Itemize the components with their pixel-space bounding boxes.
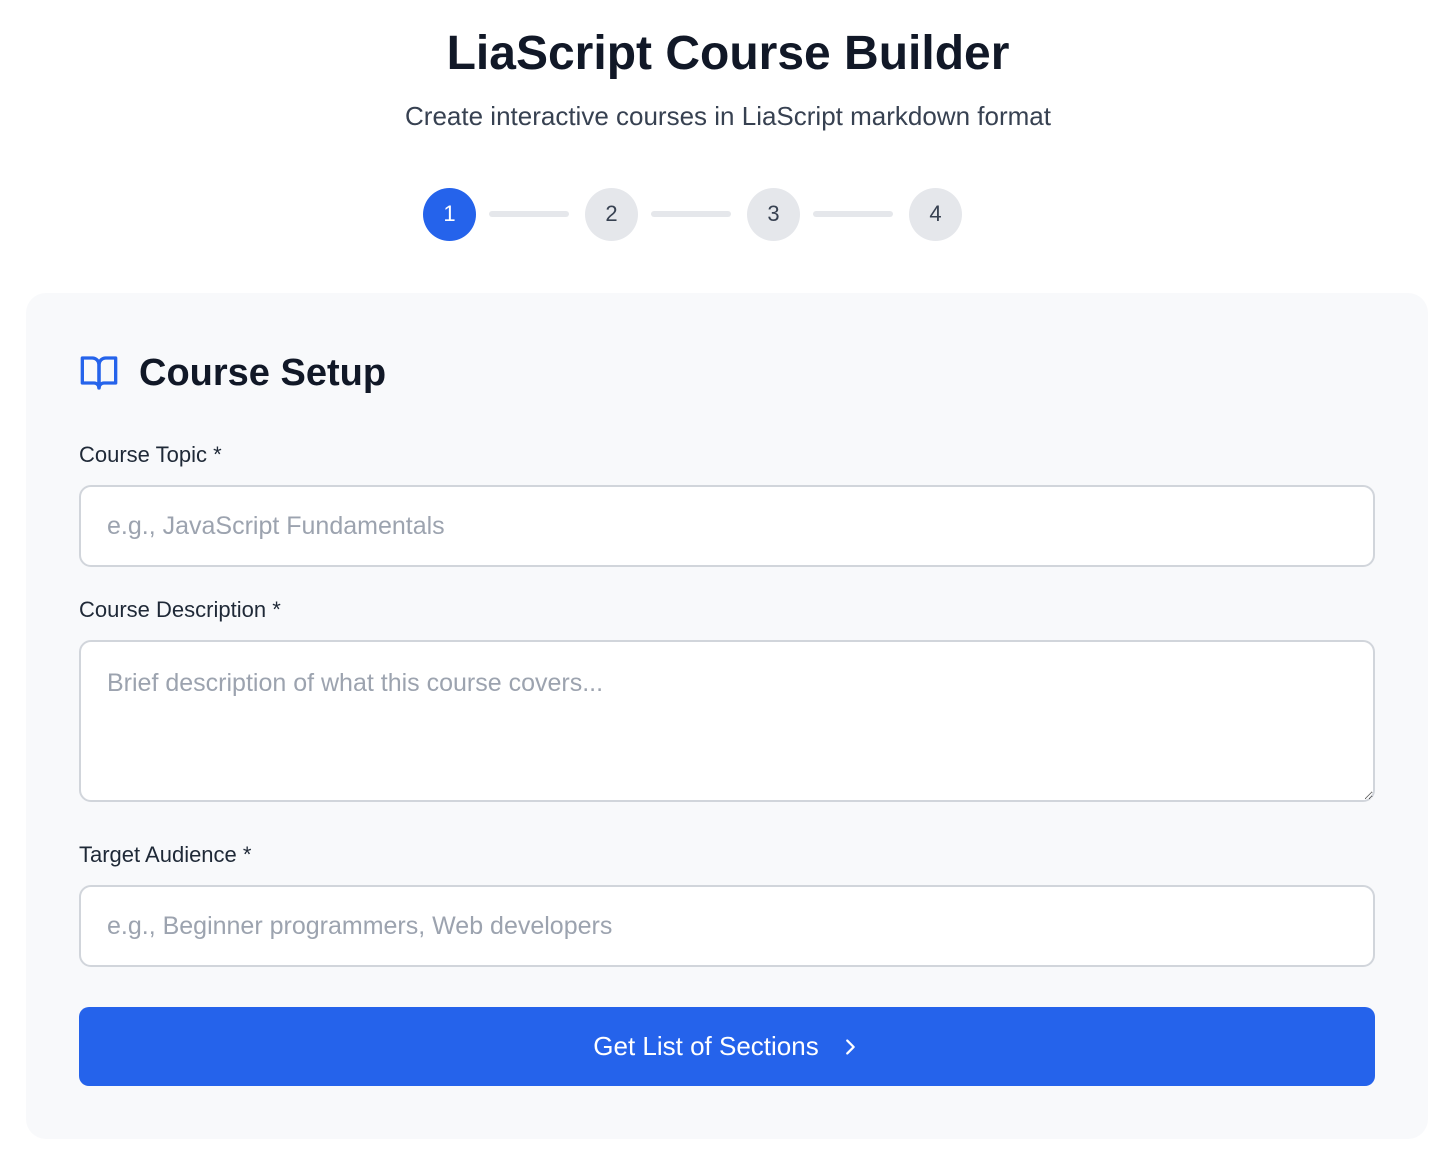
chevron-right-icon (845, 1038, 855, 1055)
course-setup-card: Course Setup Course Topic * Course Descr… (26, 293, 1428, 1139)
step-connector (651, 211, 731, 217)
step-connector (489, 211, 569, 217)
page-subtitle: Create interactive courses in LiaScript … (405, 101, 1051, 131)
card-header: Course Setup (79, 345, 386, 401)
step-4-indicator: 4 (909, 187, 962, 241)
get-list-of-sections-button[interactable]: Get List of Sections (79, 1007, 1375, 1086)
step-1-indicator: 1 (423, 187, 476, 241)
course-description-textarea[interactable] (79, 640, 1375, 802)
step-connector (813, 211, 893, 217)
target-audience-label: Target Audience * (79, 842, 252, 867)
target-audience-input[interactable] (79, 885, 1375, 967)
course-topic-label: Course Topic * (79, 442, 222, 467)
course-topic-input[interactable] (79, 485, 1375, 567)
book-open-icon (80, 356, 118, 390)
get-list-of-sections-label: Get List of Sections (593, 1031, 819, 1061)
step-2-indicator: 2 (585, 187, 638, 241)
page: LiaScript Course Builder Create interact… (0, 0, 1456, 1173)
progress-stepper: 1 2 3 4 (423, 187, 962, 241)
page-title: LiaScript Course Builder (446, 27, 1010, 80)
course-description-label: Course Description * (79, 597, 281, 622)
step-3-indicator: 3 (747, 187, 800, 241)
card-title: Course Setup (139, 352, 387, 394)
